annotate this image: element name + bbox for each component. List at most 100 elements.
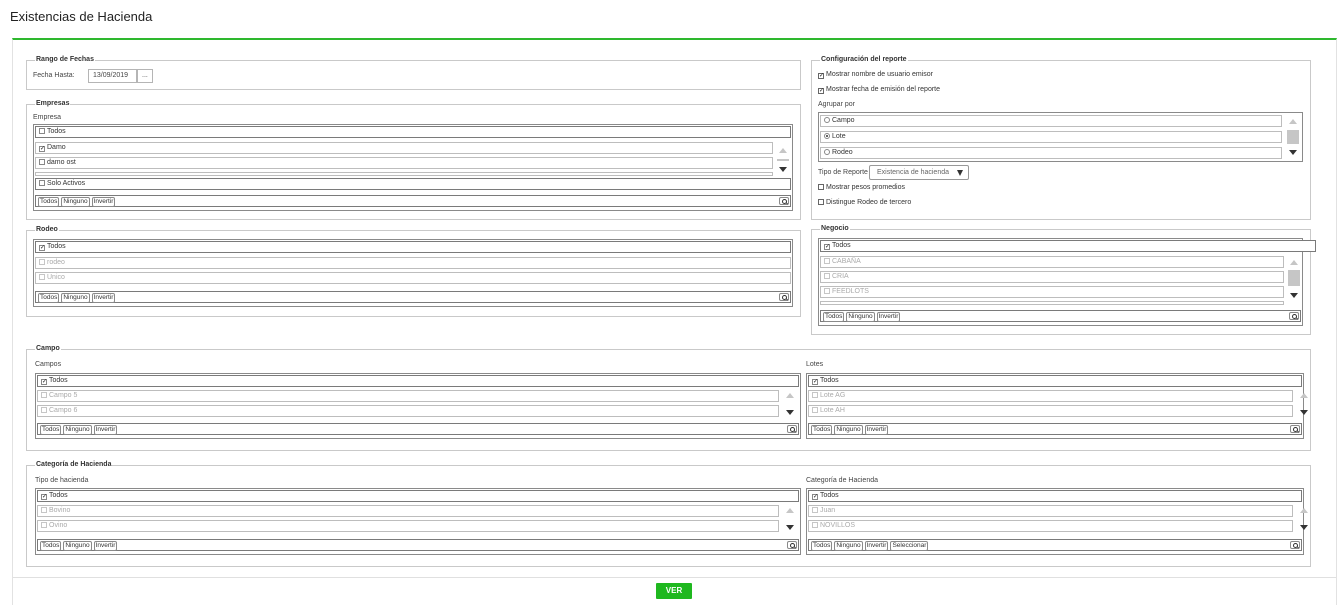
fecha-hasta-input[interactable]: 13/09/2019 [88, 69, 137, 83]
search-icon[interactable] [1289, 312, 1299, 320]
scroll-up-icon[interactable] [786, 393, 794, 398]
select-none-button[interactable]: Ninguno [63, 541, 92, 551]
empresa-scrollbar[interactable] [776, 142, 790, 178]
select-none-button[interactable]: Ninguno [61, 293, 90, 303]
checkbox-icon[interactable] [812, 392, 818, 398]
checkbox-checked-icon[interactable]: ✓ [39, 146, 45, 152]
invert-selection-button[interactable]: Invertir [91, 197, 116, 207]
search-icon[interactable] [1290, 425, 1300, 433]
checkbox-icon[interactable] [812, 407, 818, 413]
scroll-up-icon[interactable] [1289, 119, 1297, 124]
tipo-hacienda-scrollbar[interactable] [783, 505, 797, 535]
scroll-up-icon[interactable] [1290, 260, 1298, 265]
categoria-all-row[interactable]: ✓ Todos [808, 490, 1302, 502]
list-item[interactable]: Campo 6 [37, 405, 779, 417]
invert-selection-button[interactable]: Invertir [864, 425, 889, 435]
checkbox-icon[interactable] [824, 273, 830, 279]
scroll-up-icon[interactable] [786, 508, 794, 513]
checkbox-icon[interactable] [39, 180, 45, 186]
agrupar-option-lote[interactable]: Lote [820, 131, 1282, 143]
checkbox-icon[interactable] [824, 258, 830, 264]
select-all-button[interactable]: Todos [38, 197, 60, 207]
checkbox-icon[interactable] [812, 522, 818, 528]
checkbox-icon[interactable] [818, 184, 824, 190]
list-item[interactable]: CABAÑA [820, 256, 1284, 268]
list-item[interactable]: Unico [35, 272, 791, 284]
list-item[interactable]: rodeo [35, 257, 791, 269]
scroll-down-icon[interactable] [779, 167, 787, 172]
invert-selection-button[interactable]: Invertir [876, 312, 901, 322]
list-item[interactable]: FEEDLOTS [820, 286, 1284, 298]
list-item[interactable]: Juan [808, 505, 1293, 517]
scroll-down-icon[interactable] [1300, 525, 1308, 530]
scroll-thumb[interactable] [1287, 130, 1299, 144]
checkbox-checked-icon[interactable]: ✓ [41, 379, 47, 385]
select-all-button[interactable]: Todos [811, 425, 833, 435]
lotes-all-row[interactable]: ✓ Todos [808, 375, 1302, 387]
list-item[interactable]: damo ost [35, 157, 773, 169]
invert-selection-button[interactable]: Invertir [91, 293, 116, 303]
list-item[interactable]: CRIA [820, 271, 1284, 283]
checkbox-checked-icon[interactable]: ✓ [39, 245, 45, 251]
agrupar-option-rodeo[interactable]: Rodeo [820, 147, 1282, 159]
select-all-button[interactable]: Todos [811, 541, 833, 551]
agrupar-scrollbar[interactable] [1286, 115, 1300, 160]
checkbox-icon[interactable] [41, 392, 47, 398]
search-icon[interactable] [1290, 541, 1300, 549]
checkbox-checked-icon[interactable]: ✓ [818, 88, 824, 94]
checkbox-checked-icon[interactable]: ✓ [812, 494, 818, 500]
list-item[interactable]: Lote AG [808, 390, 1293, 402]
select-none-button[interactable]: Ninguno [61, 197, 90, 207]
empresa-all-row[interactable]: Todos [35, 126, 791, 138]
search-icon[interactable] [787, 541, 797, 549]
select-none-button[interactable]: Ninguno [834, 541, 863, 551]
checkbox-icon[interactable] [39, 159, 45, 165]
checkbox-checked-icon[interactable]: ✓ [812, 379, 818, 385]
scroll-down-icon[interactable] [1289, 150, 1297, 155]
select-all-button[interactable]: Todos [40, 425, 62, 435]
list-item[interactable]: NOVILLOS [808, 520, 1293, 532]
invert-selection-button[interactable]: Invertir [93, 425, 118, 435]
list-item[interactable]: Ovino [37, 520, 779, 532]
checkbox-icon[interactable] [812, 507, 818, 513]
checkbox-checked-icon[interactable]: ✓ [824, 244, 830, 250]
checkbox-checked-icon[interactable]: ✓ [41, 494, 47, 500]
categoria-scrollbar[interactable] [1297, 505, 1311, 535]
search-icon[interactable] [787, 425, 797, 433]
scroll-up-icon[interactable] [1300, 508, 1308, 513]
invert-selection-button[interactable]: Invertir [864, 541, 889, 551]
checkbox-icon[interactable] [41, 507, 47, 513]
radio-icon[interactable] [824, 149, 830, 155]
scroll-down-icon[interactable] [786, 525, 794, 530]
checkbox-icon[interactable] [818, 199, 824, 205]
scroll-up-icon[interactable] [1300, 393, 1308, 398]
campos-all-row[interactable]: ✓ Todos [37, 375, 799, 387]
date-picker-button[interactable]: ... [137, 69, 153, 83]
radio-selected-icon[interactable] [824, 133, 830, 139]
select-none-button[interactable]: Ninguno [63, 425, 92, 435]
scroll-thumb[interactable] [1288, 270, 1300, 286]
checkbox-icon[interactable] [41, 407, 47, 413]
negocio-scrollbar[interactable] [1287, 256, 1301, 306]
checkbox-icon[interactable] [39, 274, 45, 280]
list-item[interactable]: ✓ Damo [35, 142, 773, 154]
search-icon[interactable] [779, 197, 789, 205]
lotes-scrollbar[interactable] [1297, 390, 1311, 420]
scroll-up-icon[interactable] [779, 148, 787, 153]
checkbox-icon[interactable] [39, 128, 45, 134]
tipo-hacienda-all-row[interactable]: ✓ Todos [37, 490, 799, 502]
list-item[interactable]: Bovino [37, 505, 779, 517]
select-all-button[interactable]: Todos [823, 312, 845, 322]
scroll-down-icon[interactable] [1300, 410, 1308, 415]
campos-scrollbar[interactable] [783, 390, 797, 420]
mostrar-usuario-checkbox[interactable]: ✓ Mostrar nombre de usuario emisor [818, 71, 933, 79]
checkbox-icon[interactable] [39, 259, 45, 265]
negocio-all-row[interactable]: ✓ Todos [820, 240, 1316, 252]
list-item[interactable]: Lote AH [808, 405, 1293, 417]
checkbox-checked-icon[interactable]: ✓ [818, 73, 824, 79]
rodeo-tercero-checkbox[interactable]: Distingue Rodeo de tercero [818, 199, 911, 206]
select-none-button[interactable]: Ninguno [846, 312, 875, 322]
radio-icon[interactable] [824, 117, 830, 123]
select-all-button[interactable]: Todos [38, 293, 60, 303]
select-all-button[interactable]: Todos [40, 541, 62, 551]
